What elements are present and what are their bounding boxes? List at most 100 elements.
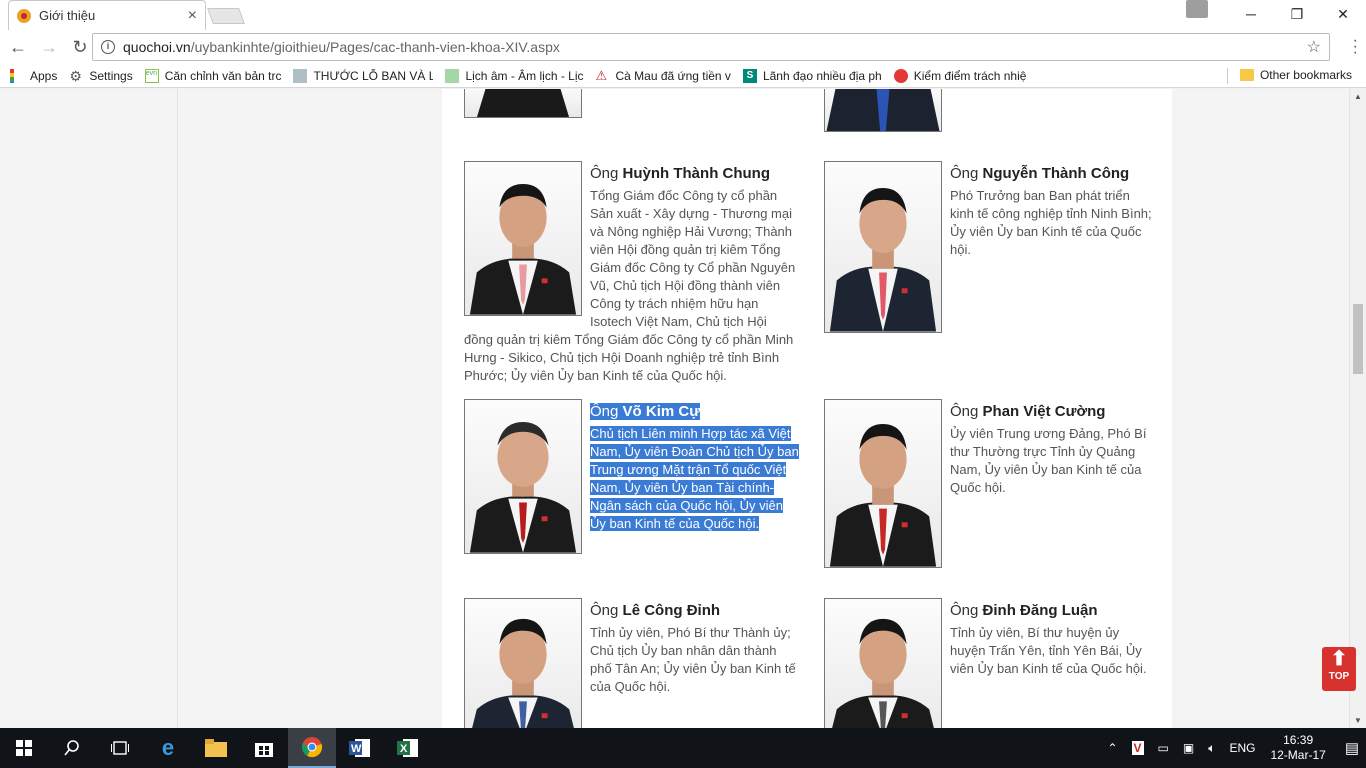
member-description: Tỉnh ủy viên, Bí thư huyện ủy huyện Trấn… [950,625,1147,676]
member-photo [464,598,582,728]
url-text[interactable]: quochoi.vn/uybankinhte/gioithieu/Pages/c… [123,39,1307,55]
browser-tab[interactable]: Giới thiệu × [8,0,206,30]
member-photo [464,399,582,554]
browser-toolbar: ← → ↻ i quochoi.vn/uybankinhte/gioithieu… [0,30,1366,64]
ruler-icon [293,68,308,83]
network-icon[interactable]: ▣ [1183,741,1194,755]
bookmark-item[interactable]: S Lãnh đạo nhiều địa ph [742,68,882,83]
scroll-down-arrow-icon[interactable]: ▼ [1354,716,1362,725]
scroll-up-arrow-icon[interactable]: ▲ [1354,92,1362,101]
new-tab-button[interactable] [207,8,245,24]
excel-icon[interactable]: X [384,728,432,768]
web-page: Ông Huỳnh Thành Chung Tổng Giám đốc Công… [0,89,1366,728]
clock[interactable]: 16:39 12-Mar-17 [1270,733,1325,763]
warning-icon: ⚠ [595,68,608,83]
bookmark-item[interactable]: Lịch âm - Âm lịch - Lịc [445,68,584,83]
minimize-button[interactable]: ─ [1228,0,1274,28]
bookmark-label: Lãnh đạo nhiều địa ph [762,68,882,83]
member-photo [824,161,942,333]
windows-start-icon[interactable] [0,728,48,768]
bookmark-label: Settings [89,68,133,83]
chrome-icon[interactable] [288,728,336,768]
action-center-icon[interactable]: ▤ [1345,739,1359,757]
forward-arrow-icon[interactable]: → [36,34,62,60]
svg-text:W: W [351,743,362,755]
member-entry: Ông Võ Kim Cự Chủ tịch Liên minh Hợp tác… [590,403,800,533]
back-to-top-button[interactable]: ⬆ TOP [1322,647,1356,691]
member-name: Ông Nguyễn Thành Công [950,165,1130,182]
back-arrow-icon[interactable]: ← [5,34,31,60]
gear-icon: ⚙ [69,68,82,83]
member-photo [824,598,942,728]
up-arrow-icon: ⬆ [1330,648,1348,670]
member-name: Ông Võ Kim Cự [590,403,701,420]
bookmarks-bar: Apps ⚙ Settings evn Căn chỉnh văn bản tr… [0,64,1366,88]
windows-taskbar: e W X ⌃ V ▭ ▣ 🔈︎ ENG 16:39 12-Mar-17 ▤ [0,728,1366,768]
left-margin [0,89,178,728]
bookmark-item[interactable]: Kiểm điểm trách nhiệ [893,68,1027,83]
bookmark-label: THƯỚC LỖ BAN VÀ LA [313,68,434,83]
member-photo [824,399,942,568]
apps-grid-icon [10,68,24,83]
member-description: Ủy viên Trung ương Đảng, Phó Bí thư Thườ… [950,426,1147,495]
bookmarks-separator [1227,68,1228,84]
top-button-label: TOP [1328,671,1350,682]
maximize-button[interactable]: ❐ [1274,0,1320,28]
member-photo [824,89,942,132]
address-bar[interactable]: i quochoi.vn/uybankinhte/gioithieu/Pages… [92,33,1330,61]
store-icon[interactable] [240,728,288,768]
member-name: Ông Đinh Đăng Luận [950,602,1098,619]
bookmark-label: Căn chỉnh văn bản trc [164,68,282,83]
tab-strip: Giới thiệu × ─ ❐ ✕ [0,0,1366,30]
bookmark-item[interactable]: evn Căn chỉnh văn bản trc [144,68,282,83]
member-description: Phó Trưởng ban Ban phát triển kinh tế cô… [950,188,1152,257]
show-hidden-icons-chevron-icon[interactable]: ⌃ [1107,741,1117,755]
clock-time: 16:39 [1283,733,1314,747]
bookmark-settings[interactable]: ⚙ Settings [69,69,132,83]
page-scrollbar[interactable]: ▲ ▼ [1349,89,1366,728]
system-tray: ⌃ V ▭ ▣ 🔈︎ ENG 16:39 12-Mar-17 ▤ [1100,728,1366,768]
search-icon[interactable] [48,728,96,768]
svg-text:X: X [400,743,408,755]
other-bookmarks-label: Other bookmarks [1259,68,1352,82]
folder-icon [1239,69,1254,81]
clock-date: 12-Mar-17 [1270,748,1326,762]
bookmark-label: Apps [30,68,58,83]
close-window-button[interactable]: ✕ [1320,0,1366,28]
bookmark-item[interactable]: ⚠ Cà Mau đã ứng tiền v [596,69,731,83]
bookmark-label: Lịch âm - Âm lịch - Lịc [465,68,584,83]
member-photo [464,89,582,118]
file-explorer-icon[interactable] [192,728,240,768]
site-favicon-icon [17,8,31,23]
members-content: Ông Huỳnh Thành Chung Tổng Giám đốc Công… [442,89,1172,728]
reload-icon[interactable]: ↻ [67,34,93,60]
bookmark-item[interactable]: THƯỚC LỖ BAN VÀ LA [293,68,434,83]
word-icon[interactable]: W [336,728,384,768]
member-description: Tỉnh ủy viên, Phó Bí thư Thành ủy; Chủ t… [590,625,796,694]
member-description: Chủ tịch Liên minh Hợp tác xã Việt Nam, … [590,426,799,531]
member-entry: Ông Phan Việt Cường Ủy viên Trung ương Đ… [950,403,1156,497]
info-icon[interactable]: i [101,40,115,54]
task-view-icon[interactable] [96,728,144,768]
volume-icon[interactable]: 🔈︎ [1208,741,1215,756]
language-indicator[interactable]: ENG [1229,741,1255,755]
chrome-menu-icon[interactable]: · · · [1353,33,1358,61]
member-entry: Ông Huỳnh Thành Chung Tổng Giám đốc Công… [464,165,799,385]
member-entry: Ông Đinh Đăng Luận Tỉnh ủy viên, Bí thư … [950,602,1156,678]
bookmark-label: Kiểm điểm trách nhiệ [913,68,1027,83]
power-icon[interactable]: ▭ [1158,741,1169,755]
bookmark-star-icon[interactable]: ☆ [1307,37,1321,57]
bookmark-label: Cà Mau đã ứng tiền v [615,68,731,83]
edge-browser-icon[interactable]: e [144,728,192,768]
other-bookmarks[interactable]: Other bookmarks [1239,68,1352,82]
bookmark-apps[interactable]: Apps [10,68,58,83]
tab-close-icon[interactable]: × [188,7,197,25]
emblem-icon [893,68,908,83]
scrollbar-thumb[interactable] [1353,304,1363,374]
member-entry: Ông Nguyễn Thành Công Phó Trưởng ban Ban… [950,165,1156,259]
url-path: /uybankinhte/gioithieu/Pages/cac-thanh-v… [190,39,560,55]
evn-icon: evn [144,68,159,83]
profile-icon[interactable] [1186,0,1208,18]
member-name: Ông Phan Việt Cường [950,403,1106,420]
antivirus-tray-icon[interactable]: V [1131,741,1144,755]
